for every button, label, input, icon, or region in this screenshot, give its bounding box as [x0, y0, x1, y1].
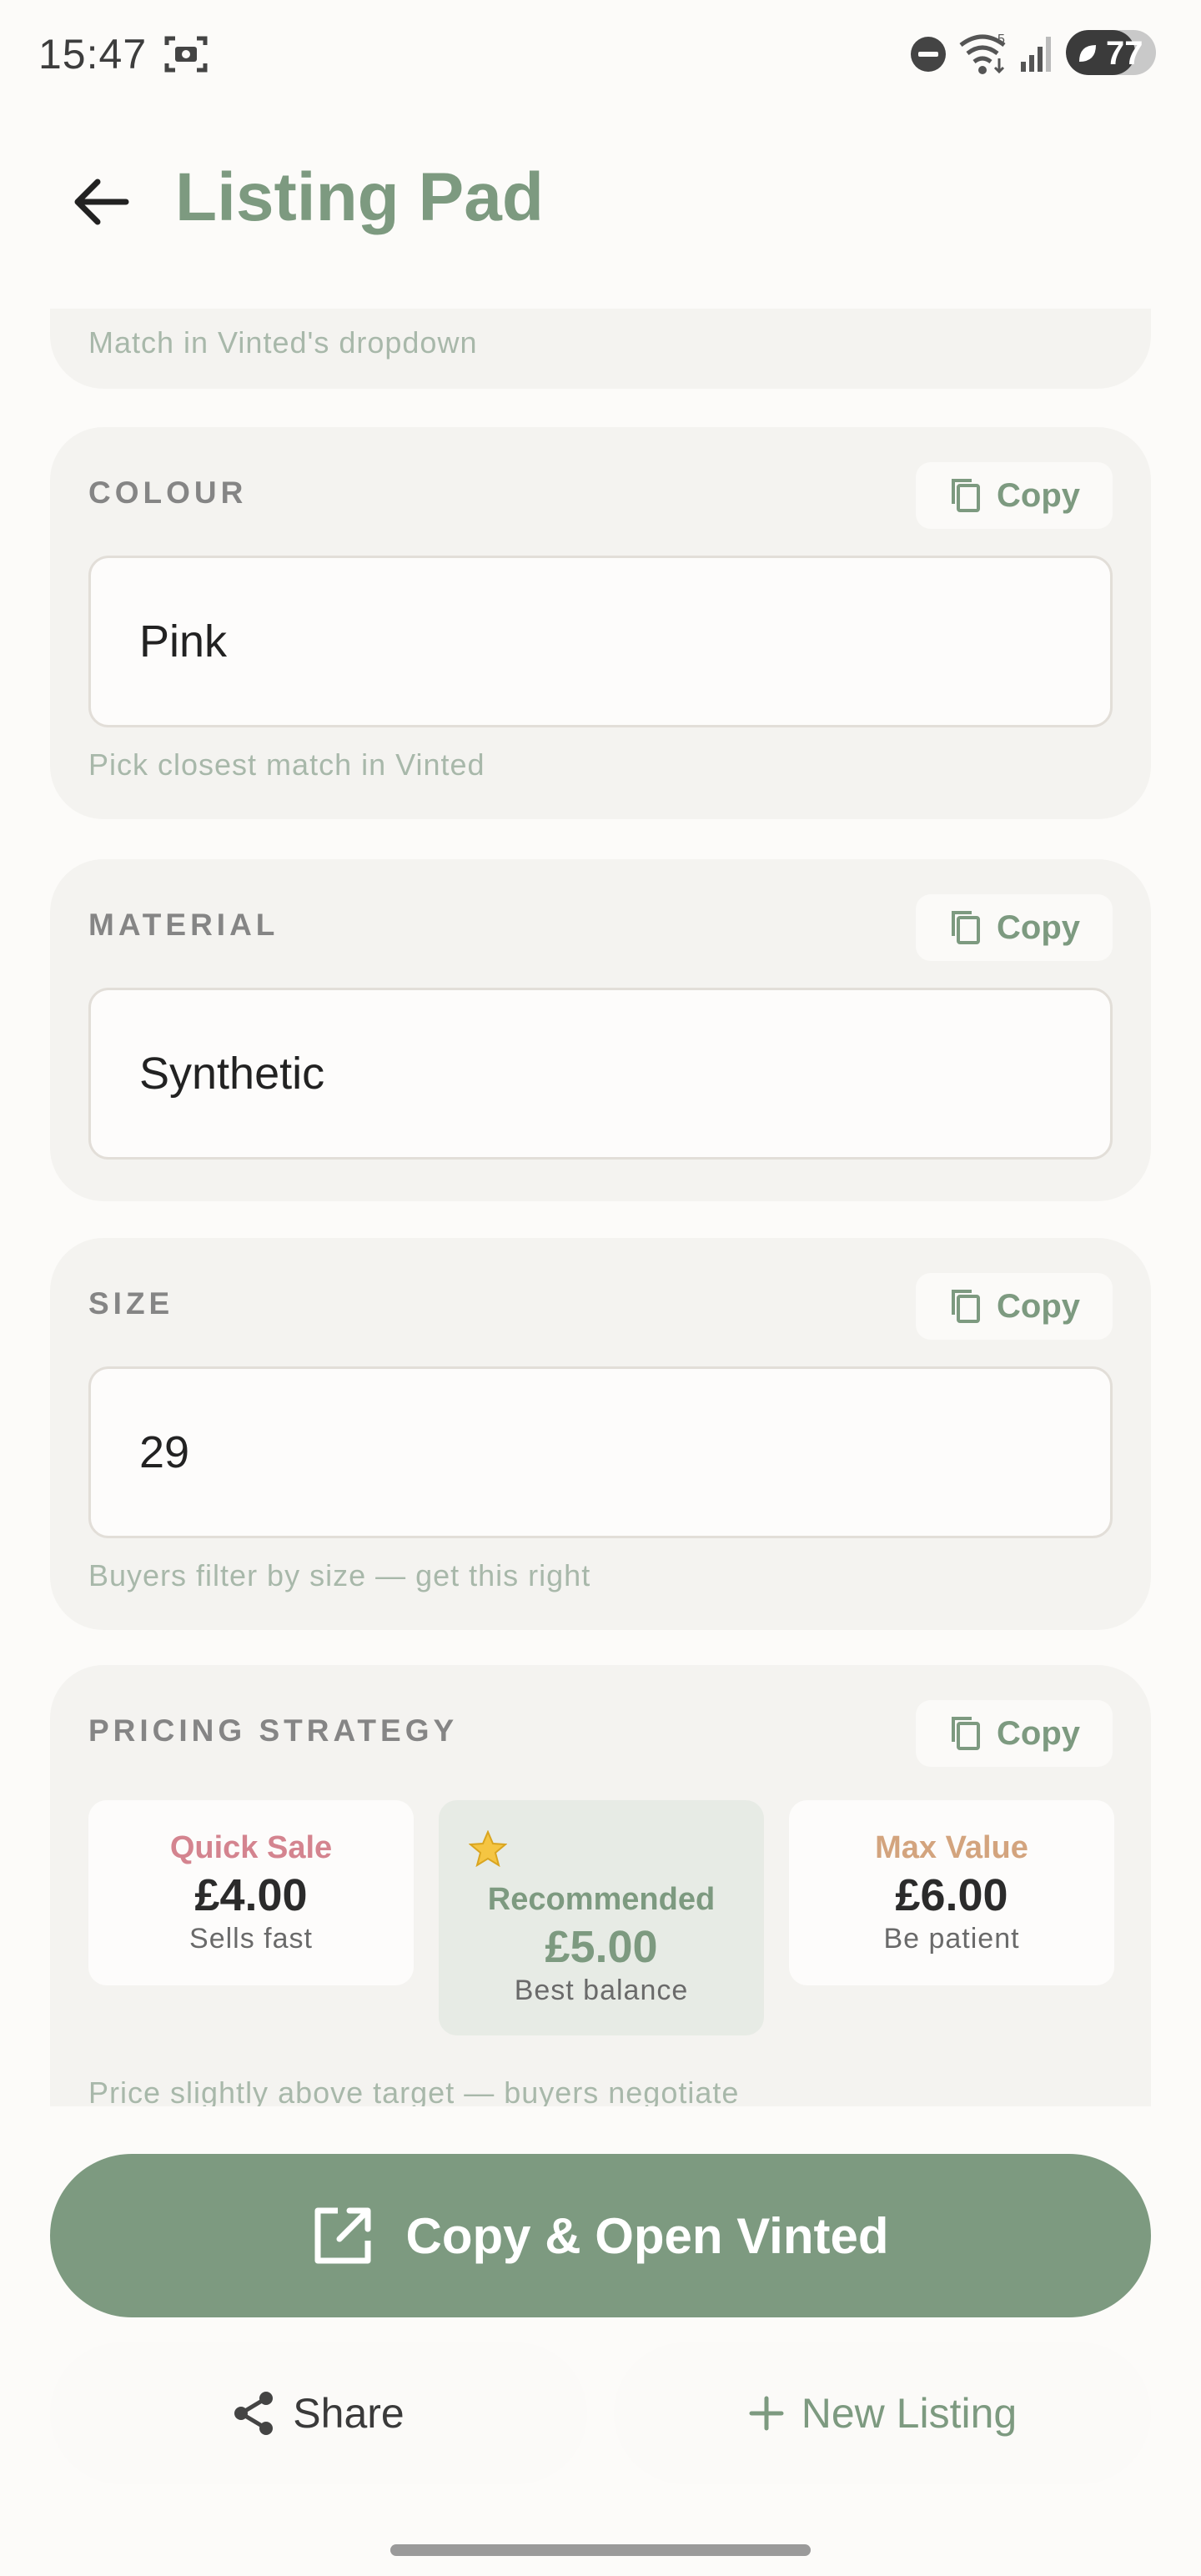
- pricing-card: PRICING STRATEGY Copy Quick Sale £4.00 S…: [50, 1665, 1151, 2106]
- pricing-label: PRICING STRATEGY: [88, 1713, 459, 1748]
- copy-material-button[interactable]: Copy: [916, 894, 1113, 961]
- status-time: 15:47: [38, 31, 148, 78]
- colour-hint: Pick closest match in Vinted: [88, 747, 485, 782]
- size-card: SIZE Copy 29 Buyers filter by size — get…: [50, 1238, 1151, 1630]
- copy-icon: [952, 1290, 980, 1323]
- colour-label: COLOUR: [88, 475, 248, 510]
- field-hint: Match in Vinted's dropdown: [88, 325, 478, 360]
- material-card: MATERIAL Copy Synthetic: [50, 859, 1151, 1201]
- colour-input[interactable]: Pink: [88, 556, 1113, 727]
- share-button[interactable]: Share: [50, 2342, 587, 2484]
- svg-text:5: 5: [997, 33, 1005, 47]
- arrow-left-icon: [74, 179, 129, 225]
- open-external-icon: [314, 2207, 371, 2264]
- size-hint: Buyers filter by size — get this right: [88, 1558, 591, 1592]
- price-option-recommended[interactable]: Recommended £5.00 Best balance: [439, 1800, 764, 2035]
- wifi-icon: 5: [959, 33, 1006, 74]
- home-indicator[interactable]: [390, 2544, 811, 2556]
- dnd-icon: [911, 37, 946, 72]
- form-scroll-area[interactable]: Match in Vinted's dropdown COLOUR Copy P…: [0, 309, 1201, 2106]
- material-input[interactable]: Synthetic: [88, 988, 1113, 1160]
- price-option-max-value[interactable]: Max Value £6.00 Be patient: [789, 1800, 1114, 1985]
- pricing-hint: Price slightly above target — buyers neg…: [88, 2075, 740, 2106]
- share-icon: [234, 2392, 274, 2435]
- plus-icon: [749, 2396, 784, 2431]
- copy-icon: [952, 479, 980, 512]
- copy-icon: [952, 1717, 980, 1750]
- copy-size-button[interactable]: Copy: [916, 1273, 1113, 1340]
- copy-pricing-button[interactable]: Copy: [916, 1700, 1113, 1767]
- copy-colour-button[interactable]: Copy: [916, 462, 1113, 529]
- leaf-icon: [1079, 45, 1096, 62]
- colour-card: COLOUR Copy Pink Pick closest match in V…: [50, 427, 1151, 819]
- status-bar: 15:47 5 77: [0, 0, 1201, 108]
- size-input[interactable]: 29: [88, 1366, 1113, 1538]
- size-label: SIZE: [88, 1286, 174, 1321]
- screenshot-icon: [164, 36, 208, 73]
- new-listing-button[interactable]: New Listing: [614, 2342, 1151, 2484]
- price-option-quick-sale[interactable]: Quick Sale £4.00 Sells fast: [88, 1800, 414, 1985]
- star-icon: [469, 1830, 507, 1867]
- previous-field-card: Match in Vinted's dropdown: [50, 309, 1151, 389]
- back-button[interactable]: [58, 160, 142, 244]
- copy-icon: [952, 911, 980, 944]
- battery-indicator: 77: [1066, 30, 1156, 75]
- material-label: MATERIAL: [88, 908, 279, 942]
- app-header: Listing Pad: [0, 125, 1201, 267]
- copy-open-vinted-button[interactable]: Copy & Open Vinted: [50, 2154, 1151, 2317]
- signal-icon: [1021, 37, 1051, 72]
- page-title: Listing Pad: [175, 159, 544, 235]
